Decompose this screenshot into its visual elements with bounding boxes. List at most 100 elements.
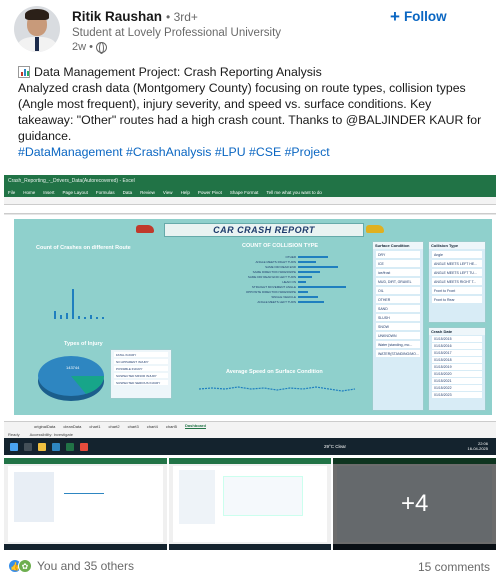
dashboard-banner: CAR CRASH REPORT bbox=[164, 223, 364, 237]
plus-icon: + bbox=[390, 6, 400, 26]
search-icon[interactable] bbox=[24, 442, 32, 451]
more-images-count: +4 bbox=[333, 458, 497, 550]
injury-legend: FATAL INJURY NO APPARENT INJURY POSSIBLE… bbox=[110, 349, 172, 399]
celebrate-icon: ✿ bbox=[18, 559, 32, 573]
slicer-item[interactable]: ICE bbox=[376, 260, 420, 267]
thumbnail-image-more[interactable]: +4 bbox=[333, 458, 497, 550]
ribbon-tab[interactable]: View bbox=[163, 190, 173, 195]
status-ready: Ready bbox=[8, 431, 20, 437]
injury-value: 143744 bbox=[66, 365, 80, 370]
slicer-item[interactable]: 01/15/2018 bbox=[432, 357, 482, 363]
excel-title-bar: Crash_Reporting_-_Drivers_Data(Autorecov… bbox=[4, 175, 496, 187]
collision-chart-title: COUNT OF COLLISION TYPE bbox=[242, 243, 319, 249]
status-bar: Ready Accessibility: Investigate bbox=[4, 430, 496, 438]
author-name-row: Ritik Raushan • 3rd+ bbox=[72, 9, 198, 24]
sheet-tab[interactable]: chart3 bbox=[128, 424, 139, 429]
vscode-icon[interactable] bbox=[52, 442, 60, 451]
ribbon-tab[interactable]: Formulas bbox=[96, 190, 115, 195]
thumbnail-image[interactable] bbox=[168, 458, 332, 550]
post-time: 2w • bbox=[72, 41, 93, 53]
globe-icon bbox=[95, 41, 107, 54]
slicer-item[interactable]: OIL bbox=[376, 287, 420, 294]
post-body: Analyzed crash data (Montgomery County) … bbox=[18, 81, 482, 143]
post-title: Data Management Project: Crash Reporting… bbox=[34, 65, 322, 79]
image-thumbnails: +4 bbox=[4, 458, 497, 550]
injury-chart-title: Types of Injury bbox=[64, 341, 103, 347]
slicer-item[interactable]: DRY bbox=[376, 251, 420, 258]
post-text: Data Management Project: Crash Reporting… bbox=[18, 64, 488, 160]
slicer-item[interactable]: 01/15/2015 bbox=[432, 336, 482, 342]
slicer-item[interactable]: ANGLE MEETS LEFT TU... bbox=[432, 269, 482, 276]
accessibility-status[interactable]: Accessibility: Investigate bbox=[30, 432, 73, 437]
slicer-item[interactable]: 01/15/2016 bbox=[432, 343, 482, 349]
slicer-item[interactable]: MUD, DIRT, GRAVEL bbox=[376, 278, 420, 285]
speed-chart-title: Average Speed on Surface Condition bbox=[226, 369, 323, 375]
slicer-item[interactable]: Water (standing, mo... bbox=[376, 341, 420, 348]
slicer-item[interactable]: Front to Front bbox=[432, 287, 482, 294]
ribbon-tab[interactable]: Page Layout bbox=[63, 190, 88, 195]
ribbon-tab[interactable]: Data bbox=[123, 190, 133, 195]
slicer-item[interactable]: 01/15/2017 bbox=[432, 350, 482, 356]
avatar[interactable] bbox=[14, 6, 60, 52]
car-icon bbox=[136, 225, 154, 233]
slicer-item[interactable]: 01/15/2019 bbox=[432, 364, 482, 370]
sheet-tab[interactable]: chart2 bbox=[109, 424, 120, 429]
reactions-text: You and 35 others bbox=[37, 559, 134, 573]
slicer-item[interactable]: SAND bbox=[376, 305, 420, 312]
post-image-excel-dashboard[interactable]: Crash_Reporting_-_Drivers_Data(Autorecov… bbox=[4, 175, 496, 455]
chrome-icon[interactable] bbox=[80, 442, 88, 451]
slicer-item[interactable]: SLUSH bbox=[376, 314, 420, 321]
tell-me-search[interactable]: Tell me what you want to do bbox=[266, 190, 322, 195]
thumbnail-image[interactable] bbox=[4, 458, 167, 550]
injury-pie: 143744 bbox=[38, 356, 105, 401]
sheet-tab-active[interactable]: Dashboard bbox=[185, 423, 206, 429]
comments-count[interactable]: 15 comments bbox=[418, 560, 490, 574]
start-icon[interactable] bbox=[10, 442, 18, 451]
speed-line-chart bbox=[198, 386, 356, 392]
excel-icon[interactable] bbox=[66, 442, 74, 451]
excel-ribbon bbox=[4, 197, 496, 205]
crash-date-slicer[interactable]: Crash Date 01/15/2015 01/15/2016 01/15/2… bbox=[428, 327, 486, 411]
slicer-item[interactable]: Front to Rear bbox=[432, 296, 482, 303]
sheet-tab[interactable]: chart5 bbox=[166, 424, 177, 429]
follow-button[interactable]: + Follow bbox=[390, 6, 447, 26]
slicer-item[interactable]: 01/15/2020 bbox=[432, 371, 482, 377]
sheet-tab[interactable]: chart1 bbox=[89, 424, 100, 429]
collision-type-slicer[interactable]: Collision Type Angle ANGLE MEETS LEFT HE… bbox=[428, 241, 486, 323]
car-icon bbox=[366, 225, 384, 233]
slicer-item[interactable]: 01/15/2022 bbox=[432, 385, 482, 391]
slicer-item[interactable]: OTHER bbox=[376, 296, 420, 303]
surface-condition-slicer[interactable]: Surface Condition DRY ICE ice/frost MUD,… bbox=[372, 241, 424, 411]
taskbar-clock: 22:06 16-04-2025 bbox=[467, 441, 488, 451]
dashboard: CAR CRASH REPORT Count of Crashes on dif… bbox=[14, 219, 492, 415]
slicer-item[interactable]: SNOW bbox=[376, 323, 420, 330]
slicer-item[interactable]: Angle bbox=[432, 251, 482, 258]
ribbon-tab[interactable]: Review bbox=[140, 190, 155, 195]
sheet-tab[interactable]: chart4 bbox=[147, 424, 158, 429]
weather: 29°C Clear bbox=[324, 444, 347, 449]
slicer-item[interactable]: ice/frost bbox=[376, 269, 420, 276]
folder-icon[interactable] bbox=[38, 442, 46, 451]
author-headline: Student at Lovely Professional Universit… bbox=[72, 27, 282, 39]
slicer-item[interactable]: WATER(STANDING/MO... bbox=[376, 350, 420, 357]
sheet-tab[interactable]: cleanData bbox=[63, 424, 81, 429]
slicer-item[interactable]: 01/15/2021 bbox=[432, 378, 482, 384]
route-chart-title: Count of Crashes on different Route bbox=[36, 245, 131, 251]
bar-chart-icon bbox=[18, 66, 30, 78]
slicer-item[interactable]: ANGLE MEETS RIGHT T... bbox=[432, 278, 482, 285]
windows-taskbar: 29°C Clear 22:06 16-04-2025 bbox=[4, 438, 496, 455]
author-name[interactable]: Ritik Raushan bbox=[72, 9, 162, 24]
ribbon-tab[interactable]: Power Pivot bbox=[198, 190, 222, 195]
sheet-tab[interactable]: originalData bbox=[34, 424, 55, 429]
post-hashtags[interactable]: #DataManagement #CrashAnalysis #LPU #CSE… bbox=[18, 144, 488, 160]
ribbon-tab[interactable]: Shape Format bbox=[230, 190, 259, 195]
ribbon-tab[interactable]: File bbox=[8, 190, 15, 195]
slicer-item[interactable]: ANGLE MEETS LEFT HE... bbox=[432, 260, 482, 267]
ribbon-tab[interactable]: Help bbox=[181, 190, 190, 195]
ribbon-tab[interactable]: Insert bbox=[43, 190, 54, 195]
ribbon-tab[interactable]: Home bbox=[23, 190, 35, 195]
follow-label: Follow bbox=[403, 8, 447, 24]
slicer-item[interactable]: 01/15/2023 bbox=[432, 392, 482, 398]
post-meta: 2w • bbox=[72, 41, 107, 54]
slicer-item[interactable]: UNKNOWN bbox=[376, 332, 420, 339]
